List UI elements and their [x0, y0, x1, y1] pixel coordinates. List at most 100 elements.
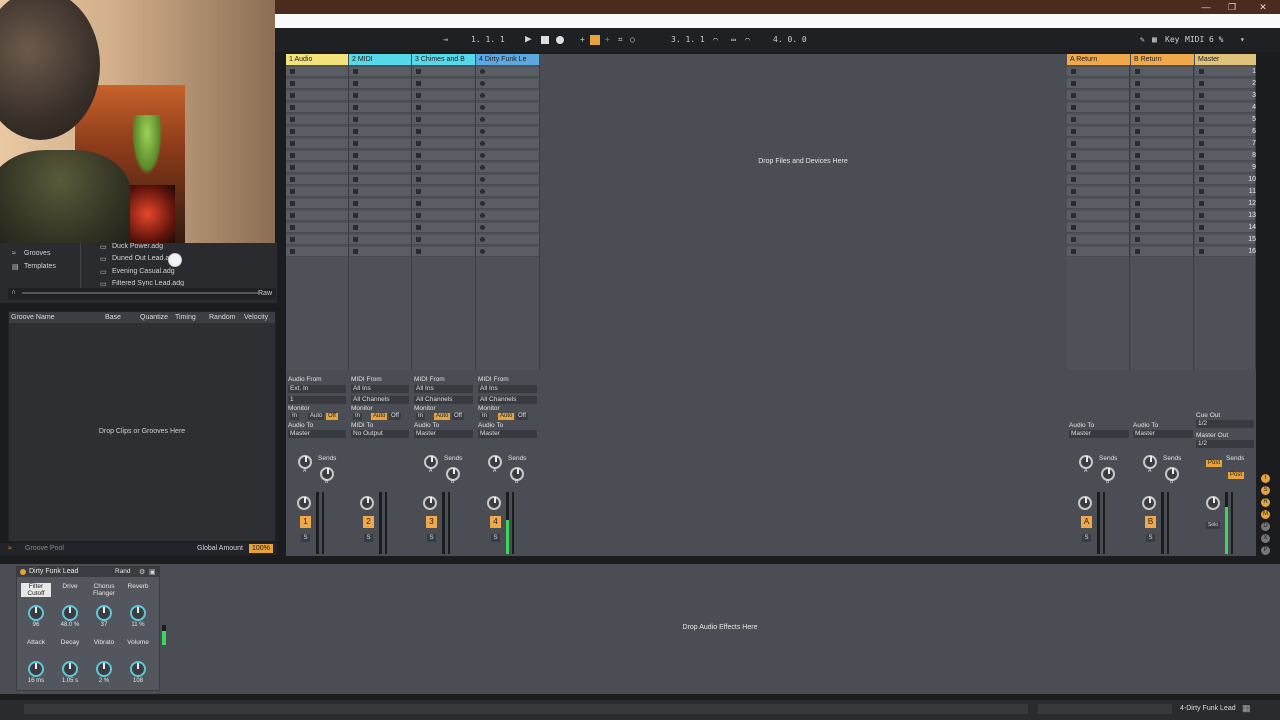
- clip-slot[interactable]: [412, 91, 475, 101]
- io-from-dropdown[interactable]: All Ins: [351, 385, 409, 393]
- clip-stop-button[interactable]: [480, 93, 485, 98]
- output-dropdown[interactable]: Master: [414, 430, 473, 438]
- clip-slot[interactable]: [1067, 163, 1129, 173]
- monitor-option-off[interactable]: Off: [389, 413, 401, 420]
- clip-stop-button[interactable]: [290, 237, 295, 242]
- clip-slot[interactable]: [1131, 91, 1193, 101]
- macro-knob[interactable]: [62, 605, 78, 621]
- global-amount-value[interactable]: 100%: [249, 544, 273, 553]
- sends-toggle-icon[interactable]: S: [1261, 486, 1270, 495]
- clip-slot[interactable]: [412, 247, 475, 257]
- clip-slot[interactable]: [1067, 235, 1129, 245]
- macro-knob[interactable]: [96, 605, 112, 621]
- performance-toggle-icon[interactable]: P: [1261, 546, 1270, 555]
- clip-stop-button[interactable]: [353, 237, 358, 242]
- clip-stop-button[interactable]: [353, 225, 358, 230]
- io-from-dropdown[interactable]: All Ins: [478, 385, 537, 393]
- device-power-icon[interactable]: [20, 569, 26, 575]
- audio-to-dropdown[interactable]: Master: [1069, 430, 1129, 438]
- clip-slot[interactable]: [1131, 187, 1193, 197]
- pan-knob[interactable]: [1078, 496, 1092, 510]
- clip-slot[interactable]: [1131, 247, 1193, 257]
- clip-stop-button[interactable]: [416, 93, 421, 98]
- monitor-option-in[interactable]: In: [290, 413, 300, 420]
- clip-stop-button[interactable]: [1071, 81, 1076, 86]
- clip-stop-button[interactable]: [1135, 93, 1140, 98]
- scene-number[interactable]: 4: [1244, 104, 1256, 111]
- clip-stop-button[interactable]: [1199, 189, 1204, 194]
- clip-slot[interactable]: [412, 151, 475, 161]
- clip-slot[interactable]: [286, 127, 348, 137]
- clip-slot[interactable]: [1131, 235, 1193, 245]
- settings-icon[interactable]: ⚙: [139, 568, 145, 576]
- monitor-option-auto[interactable]: Auto: [434, 413, 451, 420]
- clip-slot[interactable]: [412, 103, 475, 113]
- record-icon[interactable]: [556, 36, 564, 44]
- clip-slot[interactable]: [1067, 247, 1129, 257]
- places-item[interactable]: Templates: [24, 263, 56, 270]
- track-activator-button[interactable]: 4: [490, 516, 501, 528]
- clip-stop-button[interactable]: [1071, 117, 1076, 122]
- follow-icon[interactable]: ⇥: [443, 35, 448, 44]
- clip-slot[interactable]: [1131, 67, 1193, 77]
- clip-stop-button[interactable]: [1135, 129, 1140, 134]
- scene-number[interactable]: 14: [1244, 224, 1256, 231]
- clip-slot[interactable]: [349, 223, 411, 233]
- file-item[interactable]: Duck Power.adg: [112, 243, 163, 250]
- clip-stop-button[interactable]: [353, 213, 358, 218]
- midi-map-button[interactable]: MIDI: [1185, 35, 1204, 44]
- clip-stop-button[interactable]: [1199, 153, 1204, 158]
- clip-stop-button[interactable]: [1135, 201, 1140, 206]
- track-header-1-audio[interactable]: 1 Audio: [286, 54, 348, 65]
- mixer-toggle-icon[interactable]: M: [1261, 510, 1270, 519]
- clip-slot[interactable]: [349, 139, 411, 149]
- clip-slot[interactable]: [476, 247, 539, 257]
- monitor-option-in[interactable]: In: [353, 413, 363, 420]
- clip-slot[interactable]: [412, 127, 475, 137]
- monitor-option-off[interactable]: Off: [516, 413, 528, 420]
- clip-slot[interactable]: [412, 115, 475, 125]
- clip-stop-button[interactable]: [1135, 165, 1140, 170]
- clip-stop-button[interactable]: [1135, 189, 1140, 194]
- clip-stop-button[interactable]: [1135, 153, 1140, 158]
- preview-bar[interactable]: ∩ Raw: [8, 288, 276, 299]
- clip-slot[interactable]: [286, 199, 348, 209]
- pan-knob[interactable]: [1206, 496, 1220, 510]
- rand-button[interactable]: Rand: [115, 568, 131, 575]
- clip-stop-button[interactable]: [1135, 177, 1140, 182]
- channel-dropdown[interactable]: All Channels: [351, 396, 409, 404]
- column-header[interactable]: Quantize: [140, 314, 168, 321]
- clip-stop-button[interactable]: [416, 249, 421, 254]
- clip-stop-button[interactable]: [290, 141, 295, 146]
- track-activator-button[interactable]: A: [1081, 516, 1092, 528]
- clip-slot[interactable]: [476, 91, 539, 101]
- clip-slot[interactable]: [286, 247, 348, 257]
- output-dropdown[interactable]: No Output: [351, 430, 409, 438]
- macro-knob[interactable]: [28, 605, 44, 621]
- clip-slot[interactable]: [349, 91, 411, 101]
- clip-stop-button[interactable]: [1199, 237, 1204, 242]
- clip-stop-button[interactable]: [1199, 177, 1204, 182]
- io-from-dropdown[interactable]: All Ins: [414, 385, 473, 393]
- track-header-3-chimes[interactable]: 3 Chimes and B: [412, 54, 475, 65]
- clip-slot[interactable]: [476, 223, 539, 233]
- returns-toggle-icon[interactable]: R: [1261, 498, 1270, 507]
- clip-stop-button[interactable]: [290, 189, 295, 194]
- solo-button[interactable]: S: [491, 534, 500, 542]
- clip-slot[interactable]: [286, 67, 348, 77]
- clip-stop-button[interactable]: [480, 237, 485, 242]
- clip-stop-button[interactable]: [1199, 165, 1204, 170]
- clip-stop-button[interactable]: [480, 117, 485, 122]
- track-header-4-dirty-funk[interactable]: 4 Dirty Funk Le: [476, 54, 539, 65]
- clip-slot[interactable]: [1067, 223, 1129, 233]
- cue-out-dropdown[interactable]: 1/2: [1196, 420, 1254, 428]
- clip-stop-button[interactable]: [290, 105, 295, 110]
- clip-stop-button[interactable]: [1199, 213, 1204, 218]
- output-dropdown[interactable]: Master: [478, 430, 537, 438]
- clip-slot[interactable]: [476, 127, 539, 137]
- clip-stop-button[interactable]: [1135, 141, 1140, 146]
- volume-fader[interactable]: [448, 492, 450, 554]
- clip-slot[interactable]: [412, 211, 475, 221]
- send-a-knob[interactable]: [424, 455, 438, 469]
- clip-slot[interactable]: [286, 175, 348, 185]
